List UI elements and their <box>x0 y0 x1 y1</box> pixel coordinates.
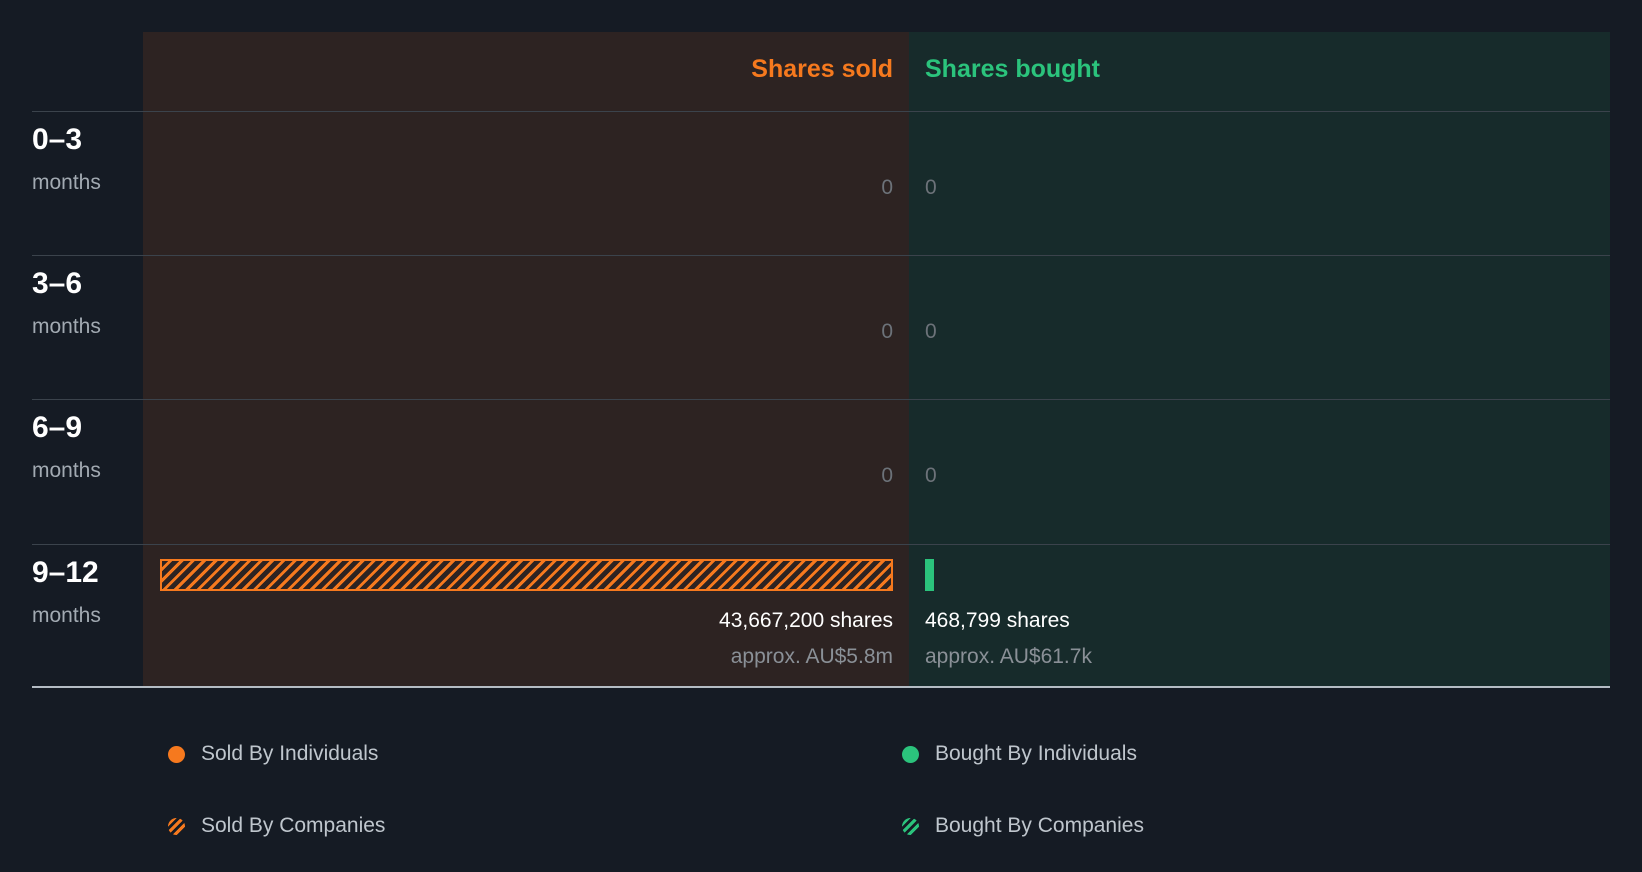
chart-baseline <box>32 686 1610 688</box>
period-unit-label: months <box>32 315 101 338</box>
period-unit-label: months <box>32 171 101 194</box>
legend-label: Bought By Companies <box>935 814 1144 837</box>
legend-sold-by-individuals: Sold By Individuals <box>168 741 378 767</box>
period-unit-label: months <box>32 604 101 627</box>
shares-sold-header: Shares sold <box>751 55 893 83</box>
bought-by-individuals-bar <box>925 559 934 591</box>
bought-value-label: 0 <box>925 320 937 343</box>
legend-label: Sold By Individuals <box>201 742 379 765</box>
period-label: 6–9 <box>32 411 83 444</box>
row-divider <box>32 111 1610 112</box>
period-label: 0–3 <box>32 123 83 156</box>
row-divider <box>32 255 1610 256</box>
legend-bought-by-companies: Bought By Companies <box>902 813 1144 839</box>
orange-dot-icon <box>168 745 185 763</box>
legend-sold-by-companies: Sold By Companies <box>168 813 385 839</box>
orange-hatched-dot-icon <box>168 817 185 835</box>
sold-value-label: 0 <box>881 464 893 487</box>
bought-value-label: 0 <box>925 176 937 199</box>
bought-approx-value: approx. AU$61.7k <box>925 645 1092 668</box>
sold-value-label: 0 <box>881 320 893 343</box>
period-label: 3–6 <box>32 267 83 300</box>
bought-value-label: 0 <box>925 464 937 487</box>
bought-shares-label: 468,799 shares <box>925 609 1070 632</box>
sold-value-label: 0 <box>881 176 893 199</box>
legend-label: Bought By Individuals <box>935 742 1137 765</box>
legend-label: Sold By Companies <box>201 814 386 837</box>
sold-approx-value: approx. AU$5.8m <box>730 645 893 668</box>
shares-bought-column-background <box>909 32 1610 687</box>
sold-by-companies-bar <box>160 559 893 591</box>
row-divider <box>32 544 1610 545</box>
shares-bought-header: Shares bought <box>925 55 1101 83</box>
green-dot-icon <box>902 745 919 763</box>
insider-trading-chart: Shares sold Shares bought 0–3 months 0 0… <box>0 0 1642 872</box>
green-hatched-dot-icon <box>902 817 919 835</box>
period-unit-label: months <box>32 459 101 482</box>
legend-bought-by-individuals: Bought By Individuals <box>902 741 1137 767</box>
row-divider <box>32 399 1610 400</box>
period-label: 9–12 <box>32 556 99 589</box>
sold-shares-label: 43,667,200 shares <box>719 609 893 632</box>
